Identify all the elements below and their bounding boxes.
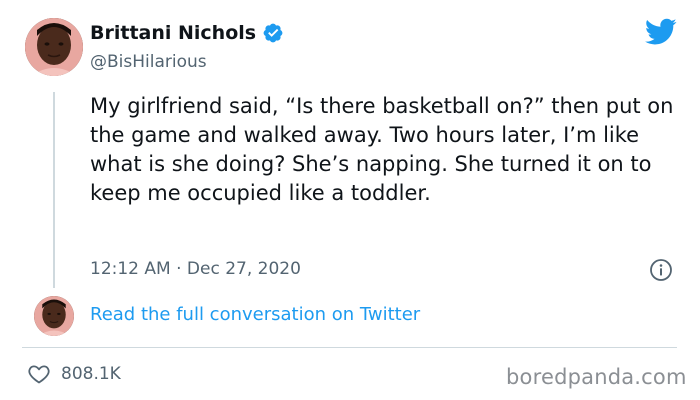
likes-count: 808.1K	[61, 364, 121, 384]
verified-badge-icon	[263, 23, 283, 43]
conversation-avatar[interactable]	[34, 296, 74, 336]
thread-line	[53, 92, 55, 288]
author-name-row: Brittani Nichols	[90, 22, 284, 44]
twitter-bird-icon[interactable]	[645, 18, 677, 46]
author-handle[interactable]: @BisHilarious	[90, 52, 207, 72]
author-avatar[interactable]	[25, 18, 83, 76]
tweet-text: My girlfriend said, “Is there basketball…	[90, 94, 674, 205]
like-action[interactable]: 808.1K	[27, 362, 121, 386]
tweet-timestamp[interactable]: 12:12 AM · Dec 27, 2020	[90, 259, 301, 279]
author-display-name[interactable]: Brittani Nichols	[90, 22, 256, 44]
info-icon[interactable]	[649, 258, 673, 282]
heart-icon[interactable]	[27, 362, 51, 386]
divider	[22, 347, 677, 348]
boredpanda-watermark: boredpanda.com	[506, 365, 687, 389]
read-conversation-link[interactable]: Read the full conversation on Twitter	[90, 304, 420, 325]
